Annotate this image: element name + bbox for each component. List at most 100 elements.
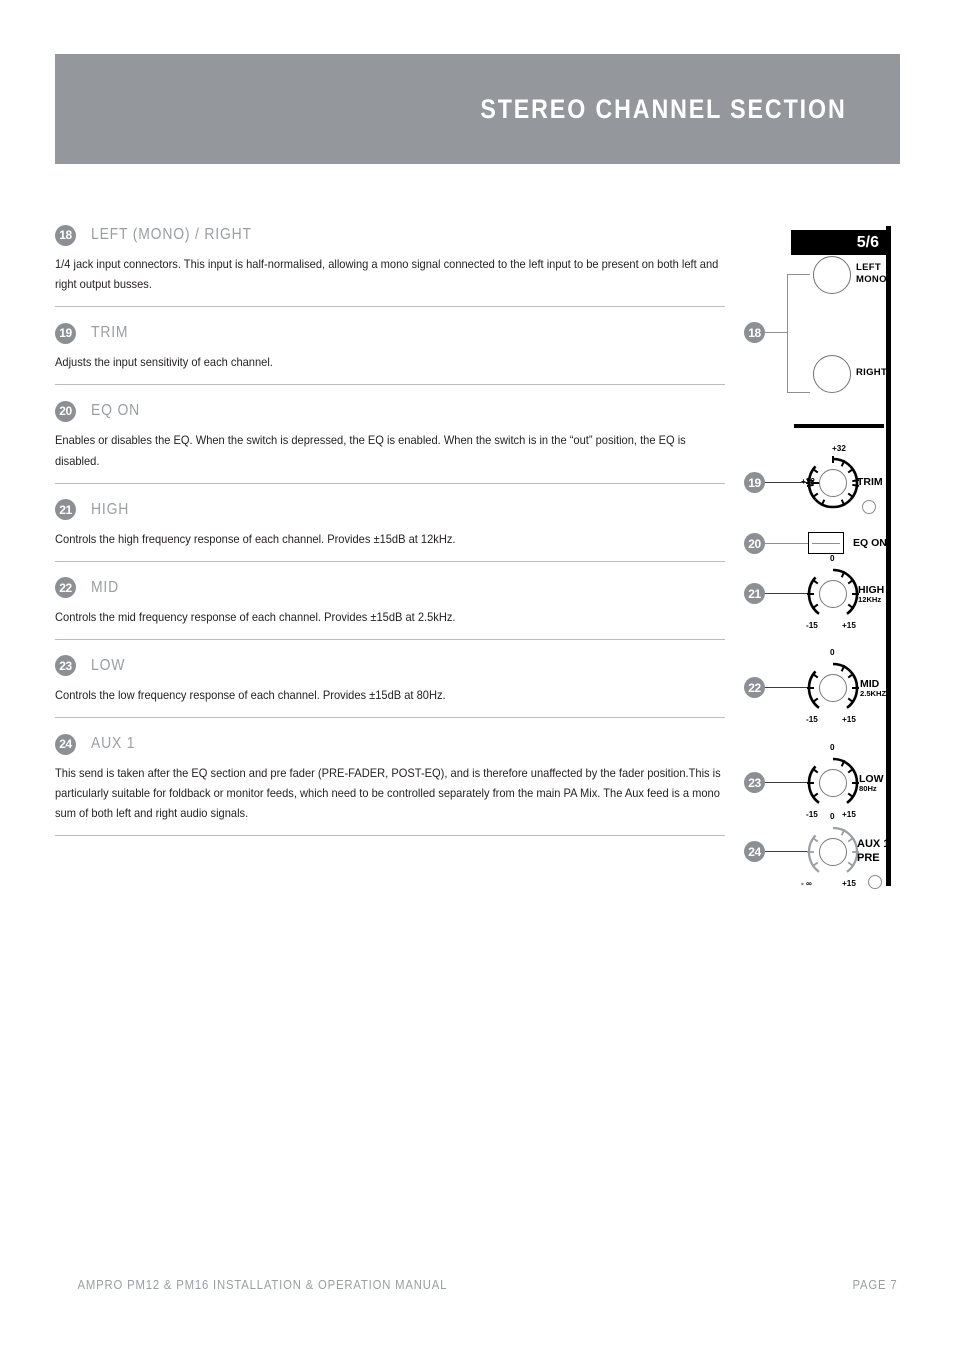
panel-right-edge xyxy=(886,226,891,886)
entry-title-21: HIGH xyxy=(91,500,130,518)
trim-knob-cap[interactable] xyxy=(819,469,847,497)
diagram-badge-20: 20 xyxy=(744,533,765,554)
knob-mid xyxy=(802,657,864,719)
mid-center-label: 0 xyxy=(830,648,835,657)
trim-max-label: +32 xyxy=(832,444,846,453)
knob-low xyxy=(802,752,864,814)
eq-switch-inner-line xyxy=(812,543,840,545)
entry-badge-18: 18 xyxy=(55,224,76,246)
entry-title-24: AUX 1 xyxy=(91,735,136,752)
entry-mid: 22 MID Controls the mid frequency respon… xyxy=(55,575,725,640)
leader-bracket-18 xyxy=(787,274,810,393)
entry-title-22: MID xyxy=(91,578,120,596)
aux1-label-main: AUX 1 xyxy=(857,838,890,850)
low-min-label: -15 xyxy=(806,810,818,819)
aux1-label: AUX 1 PRE xyxy=(857,837,889,866)
entry-badge-19: 19 xyxy=(55,322,76,344)
high-knob-cap[interactable] xyxy=(819,580,847,608)
diagram-badge-22: 22 xyxy=(744,677,765,698)
entry-divider xyxy=(55,306,725,308)
channel-number-band: 5/6 xyxy=(791,230,886,255)
low-label-sub: 80Hz xyxy=(859,784,877,794)
entry-badge-23: 23 xyxy=(55,655,76,677)
leader-line-18 xyxy=(765,332,787,334)
entry-header: 22 MID xyxy=(55,575,725,601)
diagram-badge-23: 23 xyxy=(744,772,765,793)
entry-header: 18 LEFT (MONO) / RIGHT xyxy=(55,222,725,248)
page-title: STEREO CHANNEL SECTION xyxy=(480,93,847,124)
entry-divider xyxy=(55,384,725,386)
eq-on-label: EQ ON xyxy=(853,537,887,549)
entry-divider xyxy=(55,560,725,562)
entry-left-mono-right: 18 LEFT (MONO) / RIGHT 1/4 jack input co… xyxy=(55,222,725,308)
jack-left-mono xyxy=(813,256,851,294)
diagram-badge-21: 21 xyxy=(744,583,765,604)
entry-divider xyxy=(55,638,725,640)
aux1-center-label: 0 xyxy=(830,812,835,821)
entry-title-23: LOW xyxy=(91,656,126,674)
entry-high: 21 HIGH Controls the high frequency resp… xyxy=(55,497,725,562)
footer-page-number: PAGE 7 xyxy=(852,1278,898,1292)
high-min-label: -15 xyxy=(806,621,818,630)
entry-body-21: Controls the high frequency response of … xyxy=(55,532,456,546)
channel-strip-diagram: 5/6 18 LEFT MONO RIGHT 19 +32 +22 TRIM 2… xyxy=(740,222,915,912)
trim-min-label: +22 xyxy=(801,477,815,486)
low-center-label: 0 xyxy=(830,743,835,752)
entry-body-18: 1/4 jack input connectors. This input is… xyxy=(55,258,719,292)
channel-number-label: 5/6 xyxy=(856,233,879,251)
entry-eq-on: 20 EQ ON Enables or disables the EQ. Whe… xyxy=(55,398,725,484)
knob-aux-1 xyxy=(802,821,864,883)
mid-min-label: -15 xyxy=(806,715,818,724)
entry-trim: 19 TRIM Adjusts the input sensitivity of… xyxy=(55,320,725,386)
entry-divider xyxy=(55,482,725,484)
jack-label-right: RIGHT xyxy=(856,367,887,379)
entry-title-20: EQ ON xyxy=(91,402,141,420)
diagram-badge-18: 18 xyxy=(744,322,765,343)
entry-aux-1: 24 AUX 1 This send is taken after the EQ… xyxy=(55,731,725,837)
high-label-sub: 12KHz xyxy=(858,595,882,605)
entry-body-23: Controls the low frequency response of e… xyxy=(55,688,446,702)
high-center-label: 0 xyxy=(830,554,835,563)
jack-label-left-mono: LEFT MONO xyxy=(856,262,887,285)
entry-body-22: Controls the mid frequency response of e… xyxy=(55,610,456,624)
low-label: LOW 80Hz xyxy=(859,773,884,794)
jack-label-line1: LEFT xyxy=(856,262,881,273)
footer-manual-title: AMPRO PM12 & PM16 INSTALLATION & OPERATI… xyxy=(77,1278,448,1292)
low-knob-cap[interactable] xyxy=(819,769,847,797)
jack-right xyxy=(813,355,851,393)
panel-section-divider xyxy=(794,424,884,428)
entry-body-20: Enables or disables the EQ. When the swi… xyxy=(55,434,686,468)
entry-divider xyxy=(55,717,725,718)
mid-label: MID 2.5KHZ xyxy=(860,678,886,699)
aux1-screw-hole xyxy=(868,875,882,889)
mid-knob-cap[interactable] xyxy=(819,674,847,702)
entry-title-18: LEFT (MONO) / RIGHT xyxy=(91,226,252,243)
aux1-label-sub: PRE xyxy=(857,852,880,865)
aux1-knob-cap[interactable] xyxy=(819,838,847,866)
high-label: HIGH 12KHz xyxy=(858,584,884,605)
page-header-band: STEREO CHANNEL SECTION xyxy=(55,54,900,164)
aux1-max-label: +15 xyxy=(842,879,856,888)
trim-screw-hole xyxy=(862,500,876,514)
leader-line-20 xyxy=(765,543,808,545)
entry-badge-20: 20 xyxy=(55,400,76,422)
jack-label-line1: RIGHT xyxy=(856,367,888,378)
entry-header: 24 AUX 1 xyxy=(55,731,725,757)
aux1-min-label: - ∞ xyxy=(801,879,812,888)
entry-body-19: Adjusts the input sensitivity of each ch… xyxy=(55,356,273,370)
entry-badge-24: 24 xyxy=(55,733,76,755)
low-max-label: +15 xyxy=(842,810,856,819)
entry-header: 21 HIGH xyxy=(55,497,725,523)
entry-header: 19 TRIM xyxy=(55,320,725,346)
entry-header: 23 LOW xyxy=(55,653,725,679)
jack-label-line2: MONO xyxy=(856,273,887,285)
trim-label: TRIM xyxy=(857,476,883,488)
entry-header: 20 EQ ON xyxy=(55,398,725,424)
content-column: 18 LEFT (MONO) / RIGHT 1/4 jack input co… xyxy=(55,222,725,849)
entry-title-19: TRIM xyxy=(91,324,129,342)
page-footer: AMPRO PM12 & PM16 INSTALLATION & OPERATI… xyxy=(57,1278,900,1292)
diagram-badge-24: 24 xyxy=(744,841,765,862)
high-max-label: +15 xyxy=(842,621,856,630)
entry-body-24: This send is taken after the EQ section … xyxy=(55,767,721,821)
diagram-badge-19: 19 xyxy=(744,472,765,493)
